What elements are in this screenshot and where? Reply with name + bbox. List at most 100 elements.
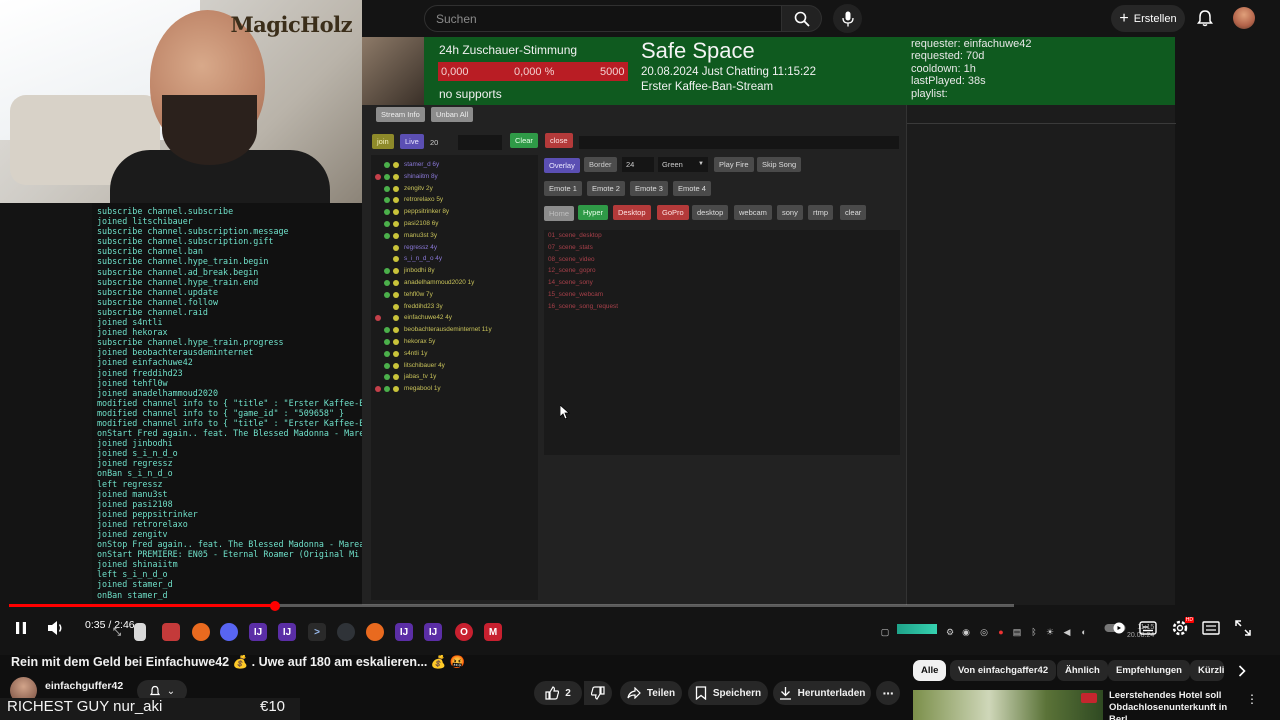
miniplayer-button[interactable] [1199, 616, 1223, 640]
user-row[interactable]: retrorelaxo 5y [371, 194, 536, 206]
user-status-dot[interactable] [393, 221, 399, 227]
recommendation-title[interactable]: Leerstehendes Hotel soll Obdachlosenunte… [1109, 690, 1249, 720]
user-status-dot[interactable] [384, 268, 390, 275]
user-status-dot[interactable] [393, 315, 399, 322]
user-status-dot[interactable] [393, 339, 399, 345]
command-input[interactable] [579, 136, 899, 149]
play-fire-button[interactable]: Play Fire [714, 157, 754, 172]
user-row[interactable]: regressz 4y [371, 242, 536, 254]
chip-all[interactable]: Alle [913, 660, 947, 681]
scene-item[interactable]: 14_scene_sony [548, 279, 593, 286]
overlay-button[interactable]: Overlay [544, 158, 580, 173]
chips-next-button[interactable] [1233, 662, 1251, 680]
user-status-dot[interactable] [384, 350, 390, 357]
recommendation-thumbnail[interactable] [913, 690, 1103, 720]
user-status-dot[interactable] [384, 209, 390, 216]
user-row[interactable]: tehfl0w 7y [371, 289, 536, 301]
user-row[interactable]: stamer_d 6y [371, 159, 536, 171]
user-status-dot[interactable] [384, 185, 390, 192]
fullscreen-button[interactable] [1231, 616, 1255, 640]
scene-item[interactable]: 08_scene_video [548, 256, 595, 263]
user-status-dot[interactable] [384, 232, 390, 239]
desktop-scene-button[interactable]: Desktop [613, 205, 651, 220]
user-status-dot[interactable] [393, 280, 399, 286]
settings-button[interactable]: HD [1168, 616, 1194, 640]
notifications-button[interactable] [1195, 8, 1215, 28]
user-row[interactable]: hekorax 5y [371, 336, 536, 348]
user-row[interactable]: beobachterausdeminternet 11y [371, 324, 536, 336]
user-row[interactable]: s4ntli 1y [371, 348, 536, 360]
user-row[interactable]: s_i_n_d_o 4y [371, 253, 536, 265]
user-status-dot[interactable] [384, 280, 390, 286]
user-row[interactable]: einfachuwe42 4y [371, 312, 536, 324]
user-status-dot[interactable] [384, 291, 390, 298]
scene-item[interactable]: 16_scene_song_request [548, 303, 618, 310]
chip-similar[interactable]: Ähnlich [1057, 660, 1108, 681]
join-button[interactable]: join [372, 134, 394, 149]
progress-bar[interactable] [9, 601, 1271, 611]
user-status-dot[interactable] [393, 303, 399, 310]
scene-item[interactable]: 07_scene_stats [548, 244, 593, 251]
scene-item[interactable]: 12_scene_gopro [548, 267, 596, 274]
user-status-dot[interactable] [393, 244, 399, 251]
search-button[interactable] [782, 5, 822, 32]
user-status-dot[interactable] [393, 268, 399, 275]
user-status-dot[interactable] [393, 256, 399, 263]
user-row[interactable]: pasi2108 6y [371, 218, 536, 230]
webcam-source-button[interactable]: webcam [734, 205, 772, 220]
skip-song-button[interactable]: Skip Song [757, 157, 802, 172]
home-scene-button[interactable]: Home [544, 206, 575, 221]
user-row[interactable]: peppsitrinker 8y [371, 206, 536, 218]
color-select[interactable]: Green ▼ [658, 157, 708, 172]
user-status-dot[interactable] [393, 209, 399, 216]
user-status-dot[interactable] [393, 232, 399, 239]
create-button[interactable]: + Erstellen [1111, 5, 1185, 32]
user-status-dot[interactable] [393, 362, 399, 369]
user-row[interactable]: manu3st 3y [371, 230, 536, 242]
user-row[interactable]: zengitv 2y [371, 183, 536, 195]
border-button[interactable]: Border [584, 157, 617, 172]
dislike-button[interactable] [584, 681, 612, 705]
account-avatar[interactable] [1233, 7, 1255, 29]
gopro-scene-button[interactable]: GoPro [657, 205, 689, 220]
user-status-dot[interactable] [375, 315, 381, 322]
voice-search-button[interactable] [833, 4, 862, 33]
user-status-dot[interactable] [384, 362, 390, 369]
user-status-dot[interactable] [384, 327, 390, 334]
user-row[interactable]: shinaiitm 8y [371, 171, 536, 183]
user-status-dot[interactable] [393, 327, 399, 334]
user-status-dot[interactable] [393, 350, 399, 357]
chip-recent[interactable]: Kürzlich [1190, 660, 1224, 681]
user-status-dot[interactable] [384, 374, 390, 381]
like-button[interactable]: 2 [534, 681, 582, 705]
desktop-source-button[interactable]: desktop [692, 205, 729, 220]
stream-info-button[interactable]: Stream Info [376, 107, 425, 122]
clear-scene-button[interactable]: clear [840, 205, 867, 220]
user-row[interactable]: litschibauer 4y [371, 360, 536, 372]
user-status-dot[interactable] [384, 221, 390, 227]
save-button[interactable]: Speichern [688, 681, 768, 705]
chip-from-channel[interactable]: Von einfachgaffer42 [950, 660, 1057, 681]
autoplay-toggle[interactable] [1103, 616, 1127, 640]
live-button[interactable]: Live [400, 134, 424, 149]
unban-all-button[interactable]: Unban All [431, 107, 474, 122]
recommendation-menu-icon[interactable]: ⋮ [1245, 692, 1259, 706]
emote-4-button[interactable]: Emote 4 [673, 181, 711, 196]
user-row[interactable]: freddihd23 3y [371, 301, 536, 313]
user-status-dot[interactable] [393, 291, 399, 298]
video-player[interactable]: MagicHolz subscribe channel.subscribe joi… [0, 0, 1280, 655]
user-row[interactable]: anadelhammoud2020 1y [371, 277, 536, 289]
volume-button[interactable] [44, 616, 68, 640]
channel-name[interactable]: einfachguffer42 [45, 680, 123, 692]
user-status-dot[interactable] [393, 386, 399, 393]
emote-3-button[interactable]: Emote 3 [630, 181, 668, 196]
search-bar[interactable]: Suchen [424, 5, 782, 32]
emote-2-button[interactable]: Emote 2 [587, 181, 625, 196]
user-row[interactable]: jinbodhi 8y [371, 265, 536, 277]
more-actions-button[interactable]: ··· [876, 681, 900, 705]
pause-button[interactable] [9, 616, 33, 640]
user-status-dot[interactable] [375, 173, 381, 180]
scene-item[interactable]: 01_scene_desktop [548, 232, 602, 239]
user-status-dot[interactable] [393, 173, 399, 180]
scene-item[interactable]: 15_scene_webcam [548, 291, 603, 298]
